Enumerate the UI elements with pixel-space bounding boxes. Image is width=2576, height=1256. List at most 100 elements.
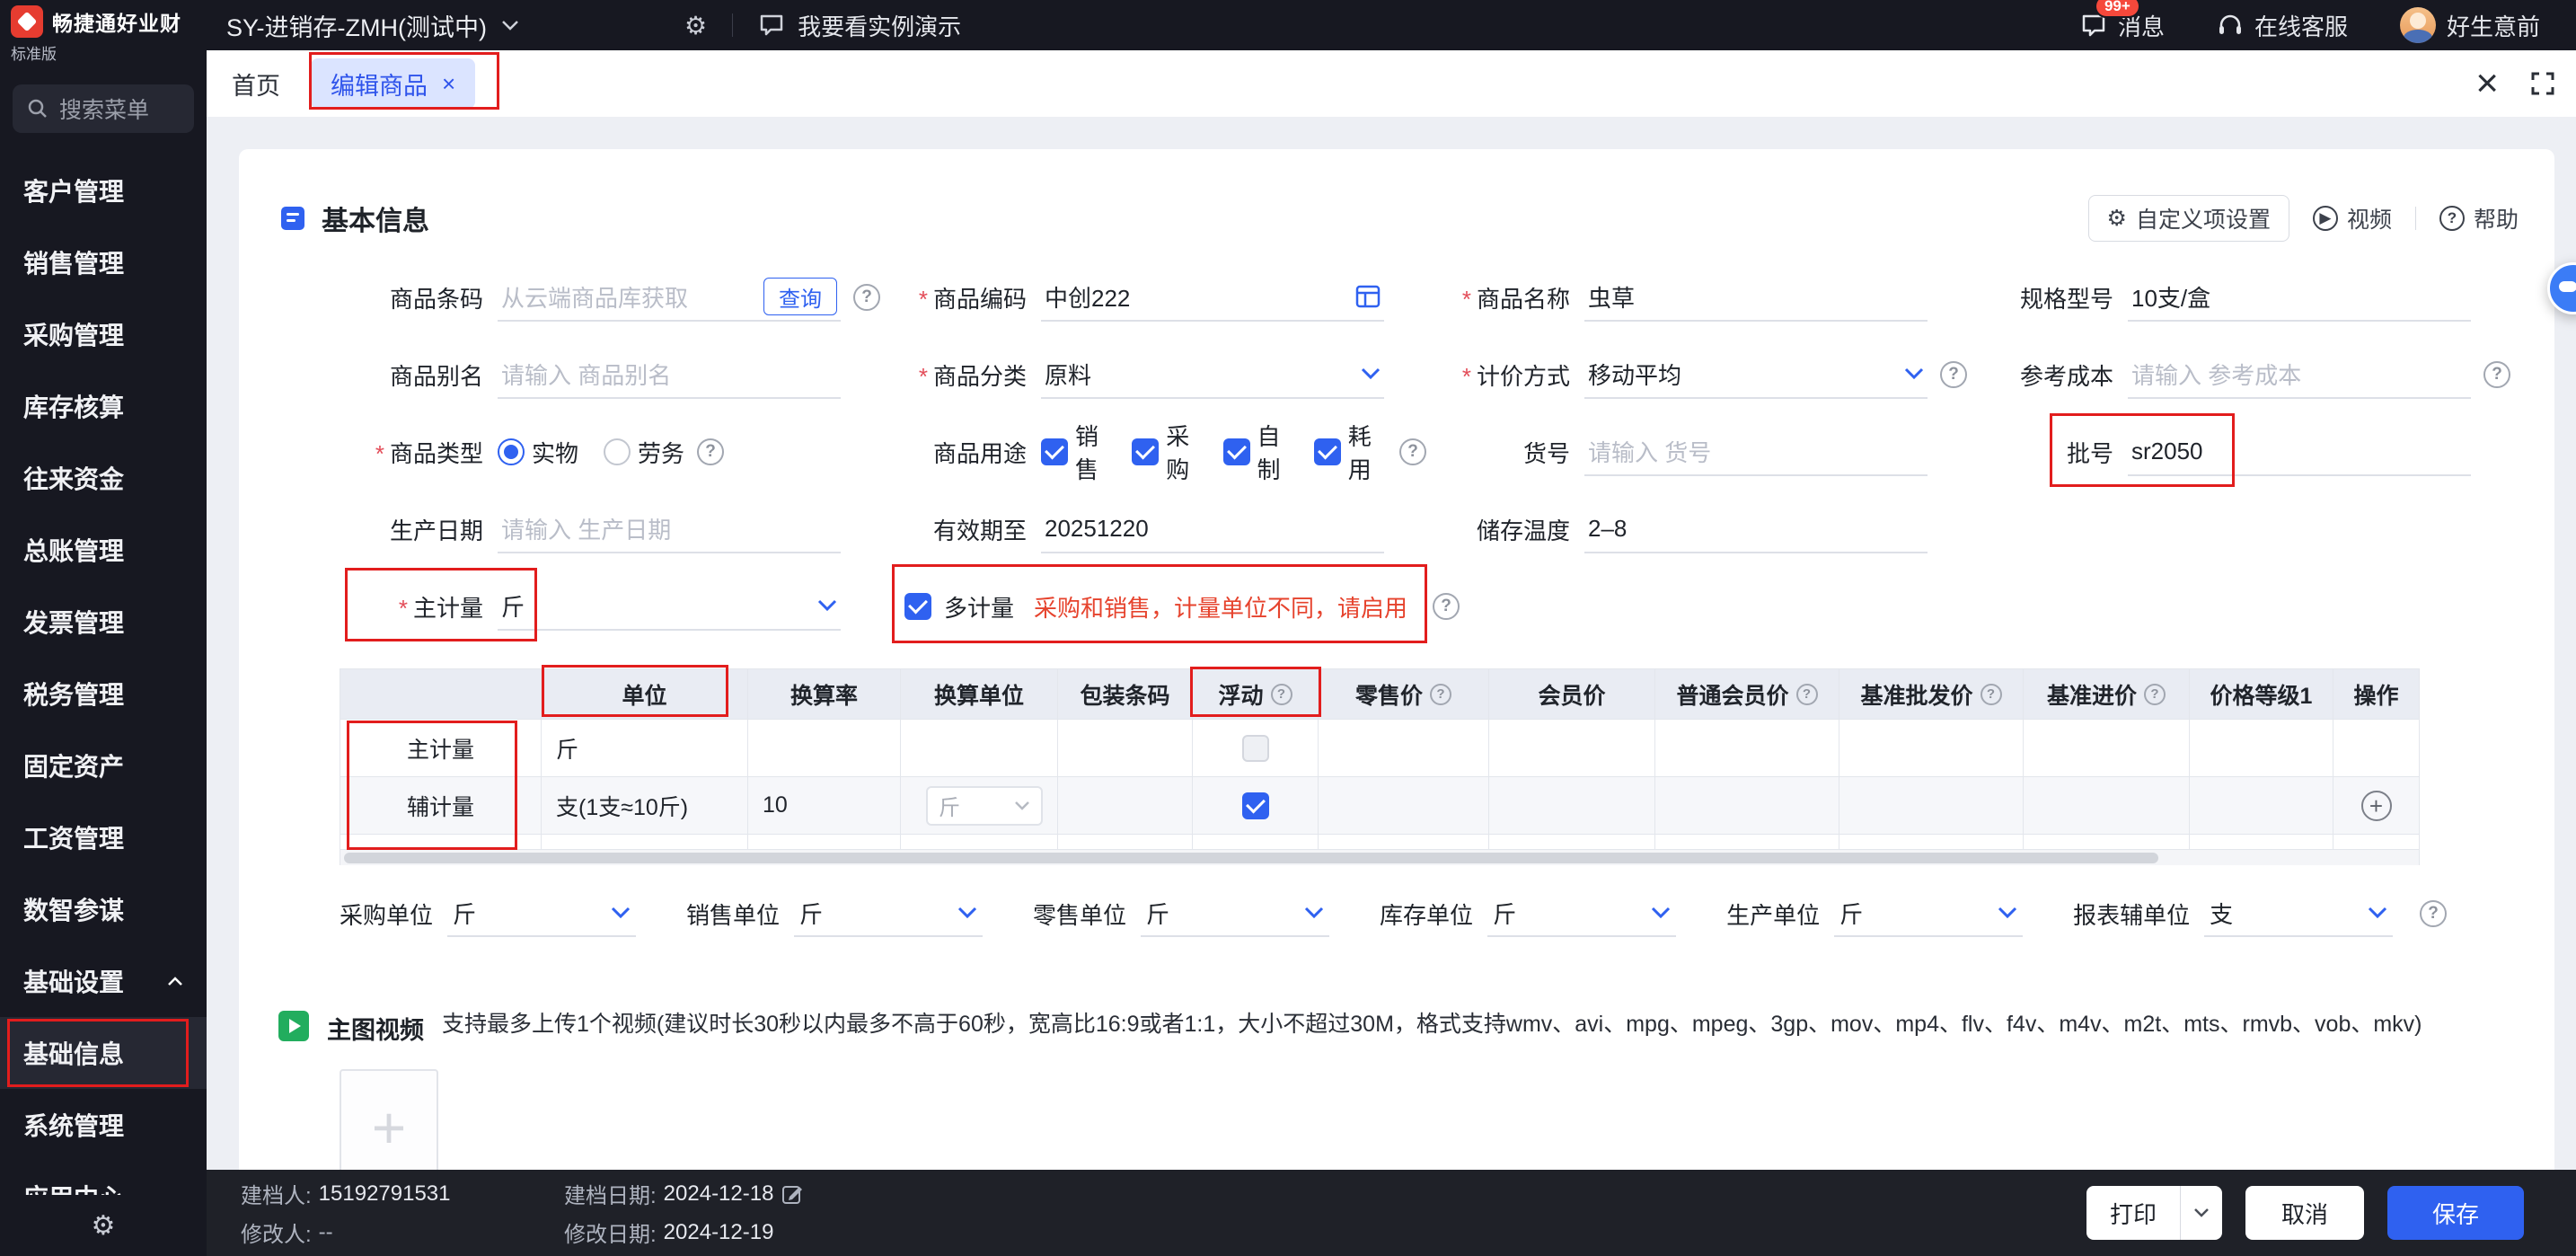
multi-unit-checkbox[interactable]: [904, 593, 931, 620]
demo-link[interactable]: 我要看实例演示: [758, 9, 961, 42]
query-button[interactable]: 查询: [763, 278, 837, 315]
help-icon[interactable]: ?: [1271, 684, 1292, 705]
code-rule-icon[interactable]: [1355, 285, 1381, 308]
video-upload-tile[interactable]: +: [340, 1069, 438, 1186]
report-aux-unit-select[interactable]: 支: [2204, 890, 2393, 937]
tab-home[interactable]: 首页: [232, 66, 280, 102]
save-button[interactable]: 保存: [2387, 1186, 2524, 1240]
float-checkbox-aux[interactable]: [1242, 792, 1269, 819]
valuation-select[interactable]: 移动平均: [1584, 350, 1928, 399]
help-icon[interactable]: ?: [1399, 438, 1426, 465]
storage-temp-input[interactable]: 2–8: [1584, 505, 1928, 553]
help-link[interactable]: ? 帮助: [2439, 202, 2519, 234]
settings-gear-icon[interactable]: ⚙: [684, 11, 707, 40]
add-row-icon[interactable]: +: [2361, 791, 2392, 821]
cell-main-conv-unit[interactable]: [901, 720, 1058, 777]
cell-aux-pack-barcode[interactable]: [1058, 777, 1193, 835]
sidebar-settings-gear-icon[interactable]: ⚙: [0, 1195, 207, 1256]
cell-aux-retail[interactable]: [1319, 777, 1489, 835]
cancel-button[interactable]: 取消: [2245, 1186, 2364, 1240]
org-selector[interactable]: SY-进销存-ZMH(测试中): [226, 8, 648, 43]
sale-unit-select[interactable]: 斤: [794, 890, 983, 937]
sidebar-item-basic-settings[interactable]: 基础设置: [0, 945, 207, 1017]
cell-aux-base-wholesale[interactable]: [1839, 777, 2024, 835]
aux-conv-unit-select[interactable]: 斤: [926, 786, 1043, 826]
radio-physical[interactable]: [498, 438, 525, 465]
cell-aux-member[interactable]: [1489, 777, 1655, 835]
scrollbar-thumb[interactable]: [344, 853, 2158, 863]
expiry-input[interactable]: 20251220: [1041, 505, 1384, 553]
tab-close-icon[interactable]: ×: [442, 72, 455, 95]
sidebar-item-fixed-assets[interactable]: 固定资产: [0, 730, 207, 801]
sidebar-item-funds[interactable]: 往来资金: [0, 442, 207, 514]
edit-icon[interactable]: [781, 1182, 804, 1206]
print-options-caret[interactable]: [2181, 1186, 2222, 1240]
sidebar-item-tax[interactable]: 税务管理: [0, 658, 207, 730]
sidebar-item-payroll[interactable]: 工资管理: [0, 801, 207, 873]
cell-aux-normal-member[interactable]: [1655, 777, 1839, 835]
sidebar-item-purchase[interactable]: 采购管理: [0, 298, 207, 370]
stock-unit-select[interactable]: 斤: [1487, 890, 1676, 937]
messages-button[interactable]: 99+ 消息: [2080, 9, 2165, 42]
tab-edit-product[interactable]: 编辑商品 ×: [311, 58, 475, 109]
spec-input[interactable]: 10支/盒: [2128, 273, 2471, 322]
cell-main-price-level1[interactable]: [2190, 720, 2333, 777]
item-no-input[interactable]: 请输入 货号: [1584, 428, 1928, 476]
production-unit-select[interactable]: 斤: [1834, 890, 2023, 937]
cell-aux-price-level1[interactable]: [2190, 777, 2333, 835]
category-select[interactable]: 原料: [1041, 350, 1384, 399]
sidebar-search-input[interactable]: 搜索菜单: [13, 84, 194, 133]
sidebar-item-customer[interactable]: 客户管理: [0, 155, 207, 226]
cell-main-unit-value[interactable]: 斤: [542, 720, 748, 777]
help-icon[interactable]: ?: [2483, 361, 2510, 388]
cell-main-retail[interactable]: [1319, 720, 1489, 777]
help-icon[interactable]: ?: [853, 284, 880, 311]
batch-no-input[interactable]: sr2050: [2128, 428, 2471, 476]
video-link[interactable]: ▶ 视频: [2313, 202, 2392, 234]
checkbox-usage-consume[interactable]: [1314, 438, 1341, 465]
table-horizontal-scrollbar[interactable]: [340, 849, 2419, 865]
ref-cost-input[interactable]: 请输入 参考成本: [2128, 350, 2471, 399]
cell-aux-unit-value[interactable]: 支(1支≈10斤): [542, 777, 748, 835]
radio-service[interactable]: [604, 438, 631, 465]
prod-date-input[interactable]: 请输入 生产日期: [498, 505, 841, 553]
sidebar-item-sales[interactable]: 销售管理: [0, 226, 207, 298]
cell-main-pack-barcode[interactable]: [1058, 720, 1193, 777]
cell-aux-base-purchase[interactable]: [2024, 777, 2190, 835]
help-icon[interactable]: ?: [1430, 684, 1451, 705]
online-support-button[interactable]: 在线客服: [2217, 9, 2348, 42]
help-icon[interactable]: ?: [2144, 684, 2166, 705]
sidebar-item-inventory-accounting[interactable]: 库存核算: [0, 370, 207, 442]
checkbox-usage-self-made[interactable]: [1223, 438, 1250, 465]
checkbox-usage-sale[interactable]: [1041, 438, 1068, 465]
help-icon[interactable]: ?: [1981, 684, 2002, 705]
help-icon[interactable]: ?: [1940, 361, 1967, 388]
user-menu[interactable]: 好生意前: [2400, 7, 2540, 43]
product-code-input[interactable]: 中创222: [1041, 273, 1384, 322]
product-name-input[interactable]: 虫草: [1584, 273, 1928, 322]
purchase-unit-select[interactable]: 斤: [447, 890, 636, 937]
barcode-input[interactable]: 从云端商品库获取 查询: [498, 273, 841, 322]
sidebar-item-ai-advisor[interactable]: 数智参谋: [0, 873, 207, 945]
close-icon[interactable]: ×: [2475, 64, 2499, 103]
sidebar-item-general-ledger[interactable]: 总账管理: [0, 514, 207, 586]
cell-main-rate[interactable]: [748, 720, 901, 777]
expand-icon[interactable]: [2529, 70, 2556, 97]
customize-fields-button[interactable]: ⚙ 自定义项设置: [2088, 195, 2289, 242]
help-icon[interactable]: ?: [2420, 900, 2447, 927]
retail-unit-select[interactable]: 斤: [1141, 890, 1329, 937]
cell-main-member[interactable]: [1489, 720, 1655, 777]
cell-main-normal-member[interactable]: [1655, 720, 1839, 777]
help-icon[interactable]: ?: [1433, 593, 1460, 620]
sidebar-item-basic-info[interactable]: 基础信息: [0, 1017, 207, 1089]
checkbox-usage-purchase[interactable]: [1132, 438, 1159, 465]
alias-input[interactable]: 请输入 商品别名: [498, 350, 841, 399]
main-unit-select[interactable]: 斤: [498, 582, 841, 631]
sidebar-item-invoice[interactable]: 发票管理: [0, 586, 207, 658]
sidebar-item-system[interactable]: 系统管理: [0, 1089, 207, 1161]
cell-main-base-purchase[interactable]: [2024, 720, 2190, 777]
float-checkbox-main[interactable]: [1242, 735, 1269, 762]
cell-aux-rate[interactable]: 10: [748, 777, 901, 835]
print-button[interactable]: 打印: [2086, 1186, 2181, 1240]
help-icon[interactable]: ?: [697, 438, 724, 465]
